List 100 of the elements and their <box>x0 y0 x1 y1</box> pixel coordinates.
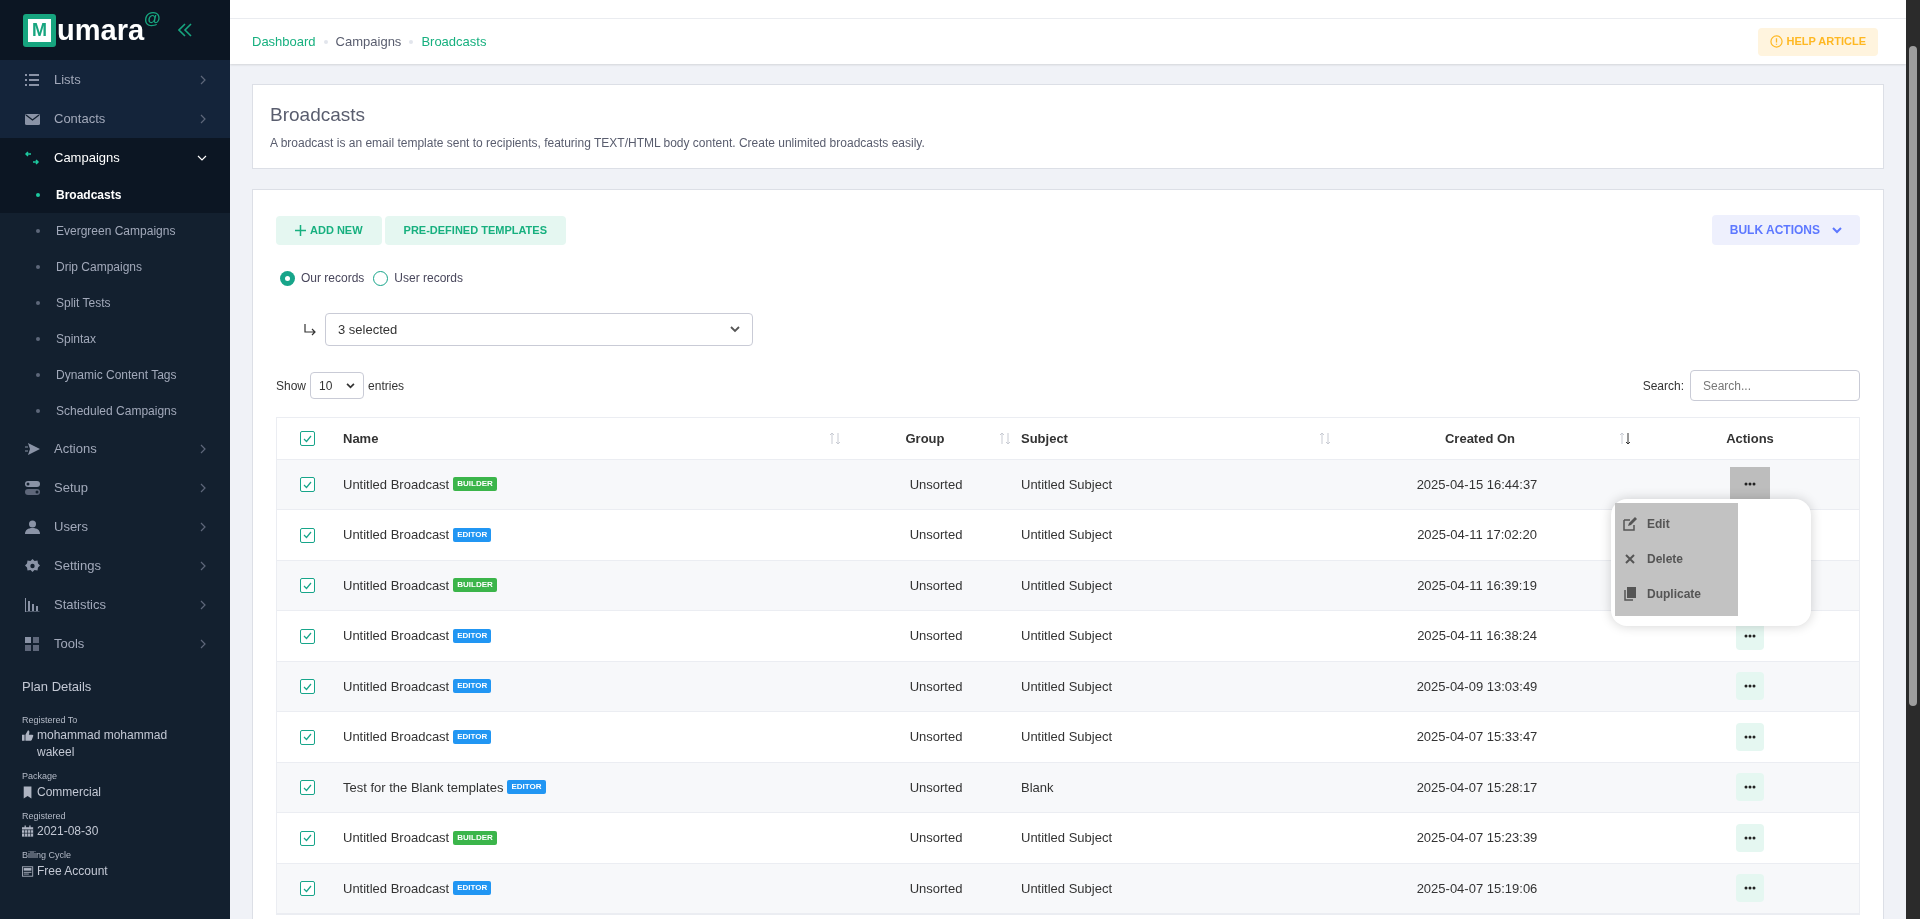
broadcast-name[interactable]: Untitled Broadcast <box>343 727 450 747</box>
type-badge: EDITOR <box>453 628 492 643</box>
sidebar-subitem[interactable]: Dynamic Content Tags <box>0 357 230 393</box>
broadcast-name[interactable]: Test for the Blank templates <box>343 777 504 797</box>
sidebar-item[interactable]: Users <box>0 507 230 546</box>
broadcast-name[interactable]: Untitled Broadcast <box>343 575 450 595</box>
type-badge: BUILDER <box>453 477 497 492</box>
broadcast-name[interactable]: Untitled Broadcast <box>343 828 450 848</box>
more-options-button[interactable] <box>1730 466 1770 502</box>
chevron-right-icon <box>199 113 207 124</box>
more-options-button[interactable] <box>1736 773 1764 802</box>
plan-field-label: Billing Cycle <box>22 849 73 862</box>
broadcast-name[interactable]: Untitled Broadcast <box>343 474 450 494</box>
column-header[interactable]: Name <box>337 428 379 448</box>
sidebar-item[interactable]: Campaigns <box>0 138 230 177</box>
column-header[interactable]: Subject <box>1021 428 1068 448</box>
sidebar-subitem[interactable]: Broadcasts <box>0 177 230 213</box>
subject-cell: Untitled Subject <box>1021 830 1113 845</box>
subject-cell: Blank <box>1021 779 1054 795</box>
menu-item[interactable]: Duplicate <box>1615 576 1738 612</box>
checkbox[interactable] <box>299 780 315 795</box>
checkbox[interactable] <box>299 578 315 593</box>
checkbox[interactable] <box>299 431 315 446</box>
column-header[interactable]: Created On <box>1341 428 1619 448</box>
column-header[interactable]: Group <box>851 428 999 448</box>
sidebar-subitem[interactable]: Spintax <box>0 321 230 357</box>
plus-icon <box>295 224 306 236</box>
broadcast-name[interactable]: Untitled Broadcast <box>343 626 450 646</box>
bullet-icon <box>36 229 40 233</box>
bookmark-icon <box>22 785 34 799</box>
sidebar-subitem[interactable]: Drip Campaigns <box>0 249 230 285</box>
subject-cell: Untitled Subject <box>1021 678 1113 694</box>
scrollbar[interactable] <box>1906 0 1920 919</box>
plan-field-value: mohammad mohammad wakeel <box>37 727 169 761</box>
check-icon <box>302 480 312 489</box>
entries-label: entries <box>368 377 405 395</box>
breadcrumb-link[interactable]: Campaigns <box>335 31 402 52</box>
sidebar-item[interactable]: Lists <box>0 60 230 99</box>
broadcast-name[interactable]: Untitled Broadcast <box>343 878 450 898</box>
search-field[interactable]: Search... <box>1690 370 1860 401</box>
sidebar-item[interactable]: Setup <box>0 468 230 507</box>
broadcast-name[interactable]: Untitled Broadcast <box>343 525 450 545</box>
checkbox[interactable] <box>299 729 315 745</box>
check-icon <box>302 783 312 792</box>
more-dots-icon <box>1744 734 1756 739</box>
sidebar-item[interactable]: Contacts <box>0 99 230 138</box>
radio-button[interactable] <box>280 270 295 286</box>
sidebar-item[interactable]: Actions <box>0 429 230 468</box>
paper-plane-icon <box>25 441 40 456</box>
checkbox[interactable] <box>299 679 315 694</box>
group-cell: Unsorted <box>909 628 963 643</box>
group-cell: Unsorted <box>909 476 963 492</box>
check-icon <box>302 581 312 590</box>
subject-cell: Untitled Subject <box>1021 527 1113 542</box>
more-options-button[interactable] <box>1736 874 1764 903</box>
subject-cell: Untitled Subject <box>1021 577 1113 593</box>
page-title: Broadcasts <box>270 103 367 128</box>
check-icon <box>302 682 312 691</box>
group-cell: Unsorted <box>909 577 963 593</box>
more-dots-icon <box>1744 886 1756 891</box>
chevron-down-icon <box>346 382 356 389</box>
more-options-button[interactable] <box>1736 722 1764 751</box>
logo-text: umara <box>57 13 145 47</box>
group-cell: Unsorted <box>909 880 963 896</box>
more-dots-icon <box>1744 785 1756 790</box>
more-dots-icon <box>1744 482 1756 487</box>
more-dots-icon <box>1744 633 1756 638</box>
plan-field-label: Registered <box>22 809 67 823</box>
sidebar-item[interactable]: Statistics <box>0 585 230 624</box>
group-cell: Unsorted <box>909 527 963 542</box>
more-options-button[interactable] <box>1736 672 1764 701</box>
sidebar-subitem[interactable]: Split Tests <box>0 285 230 321</box>
sidebar-item[interactable]: Tools <box>0 624 230 663</box>
checkbox[interactable] <box>299 881 315 896</box>
checkbox[interactable] <box>299 477 315 492</box>
group-cell: Unsorted <box>909 678 963 694</box>
thumbs-up-icon <box>22 729 34 742</box>
chevron-right-icon <box>199 638 207 649</box>
checkbox[interactable] <box>299 628 315 644</box>
broadcast-name[interactable]: Untitled Broadcast <box>343 676 450 696</box>
type-badge: BUILDER <box>453 578 497 593</box>
checkbox[interactable] <box>299 527 315 543</box>
sidebar-item[interactable]: Settings <box>0 546 230 585</box>
chevron-down-icon <box>1832 226 1842 234</box>
sidebar-subitem[interactable]: Evergreen Campaigns <box>0 213 230 249</box>
more-options-button[interactable] <box>1736 823 1764 852</box>
bullet-icon <box>36 301 40 305</box>
date-cell: 2025-04-11 16:38:24 <box>1417 628 1537 643</box>
menu-item[interactable]: Delete <box>1615 541 1738 577</box>
column-header[interactable]: Actions <box>1726 428 1774 448</box>
settings-icon <box>25 558 40 573</box>
checkbox[interactable] <box>299 830 315 846</box>
type-badge: EDITOR <box>507 780 546 795</box>
menu-item[interactable]: Edit <box>1615 506 1738 542</box>
search-label: Search: <box>1642 377 1684 395</box>
plan-details-title: Plan Details <box>22 678 93 696</box>
records-select[interactable]: 3 selected <box>325 313 753 346</box>
entries-select[interactable]: 10 <box>310 372 365 399</box>
radio-button[interactable] <box>373 270 389 286</box>
sidebar-subitem[interactable]: Scheduled Campaigns <box>0 393 230 429</box>
